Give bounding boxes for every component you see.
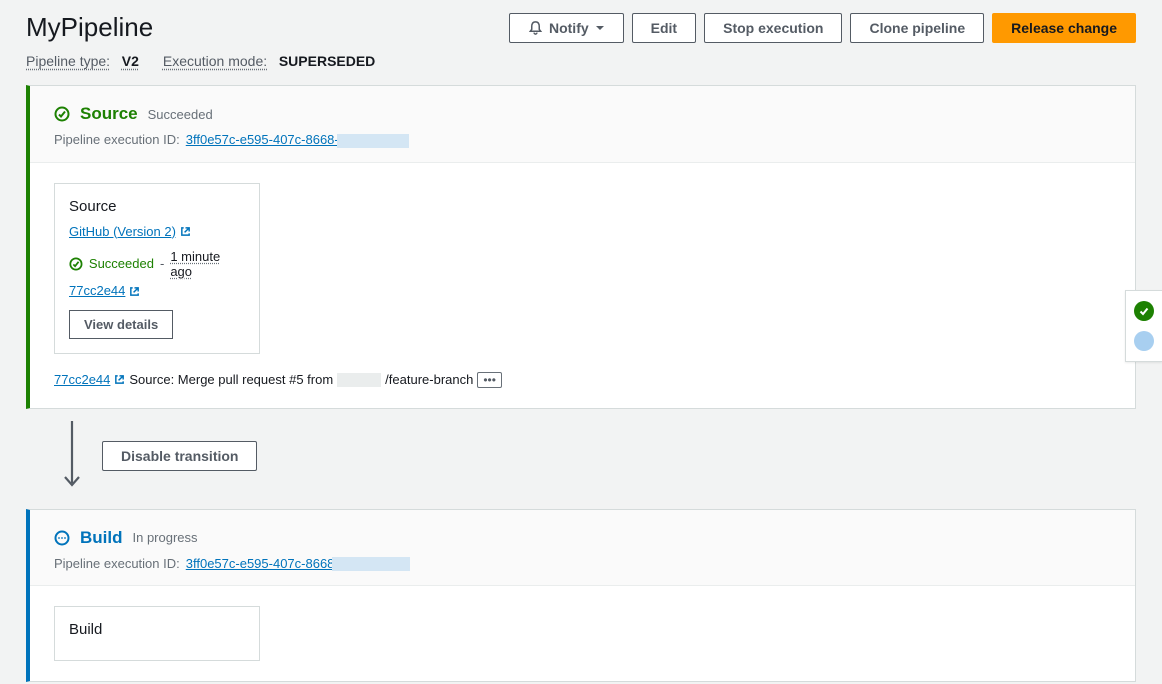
edit-button[interactable]: Edit — [632, 13, 696, 43]
exec-id-redacted — [332, 557, 410, 571]
action-time: 1 minute ago — [170, 249, 245, 279]
separator: - — [160, 256, 164, 271]
execution-mode-value: SUPERSEDED — [279, 53, 375, 69]
pipeline-meta: Pipeline type: V2 Execution mode: SUPERS… — [0, 49, 1162, 85]
execution-mode-label: Execution mode: — [163, 53, 267, 69]
action-card-title: Build — [69, 621, 245, 638]
exec-id-link-build[interactable]: 3ff0e57c-e595-407c-8668 — [186, 556, 335, 571]
action-card-title: Source — [69, 198, 245, 215]
caret-down-icon — [595, 23, 605, 33]
rail-status-succeeded[interactable] — [1134, 301, 1154, 321]
exec-id-label: Pipeline execution ID: — [54, 556, 180, 571]
external-link-icon — [114, 374, 125, 385]
action-status: Succeeded — [89, 256, 154, 271]
page-title: MyPipeline — [26, 12, 153, 43]
stage-source-title: Source — [80, 104, 138, 124]
rail-status-in-progress[interactable] — [1134, 331, 1154, 351]
stage-source-status: Succeeded — [148, 107, 213, 122]
commit-msg-suffix: /feature-branch — [385, 372, 473, 387]
action-buttons: Notify Edit Stop execution Clone pipelin… — [509, 13, 1136, 43]
notify-button[interactable]: Notify — [509, 13, 624, 43]
exec-id-redacted — [337, 134, 409, 148]
commit-msg-prefix: Source: Merge pull request #5 from — [129, 372, 333, 387]
commit-msg-redacted — [337, 373, 381, 387]
view-details-button[interactable]: View details — [69, 310, 173, 339]
external-link-icon — [129, 286, 140, 297]
status-rail — [1125, 290, 1162, 362]
clone-pipeline-button[interactable]: Clone pipeline — [850, 13, 984, 43]
commit-msg-link[interactable]: 77cc2e44 — [54, 372, 110, 387]
stage-source: Source Succeeded Pipeline execution ID: … — [26, 85, 1136, 409]
action-card-source: Source GitHub (Version 2) Succeeded - 1 … — [54, 183, 260, 354]
release-change-button[interactable]: Release change — [992, 13, 1136, 43]
commit-link[interactable]: 77cc2e44 — [69, 283, 125, 298]
stop-execution-button[interactable]: Stop execution — [704, 13, 842, 43]
stage-build-title: Build — [80, 528, 123, 548]
stage-build-status: In progress — [133, 530, 198, 545]
disable-transition-button[interactable]: Disable transition — [102, 441, 257, 471]
notify-bell-icon — [528, 20, 543, 35]
check-icon — [1138, 305, 1150, 317]
external-link-icon — [180, 226, 191, 237]
check-circle-icon — [54, 106, 70, 122]
pipeline-type-label: Pipeline type: — [26, 53, 110, 69]
stage-build: Build In progress Pipeline execution ID:… — [26, 509, 1136, 683]
exec-id-link-source[interactable]: 3ff0e57c-e595-407c-8668- — [186, 132, 339, 147]
in-progress-icon — [54, 530, 70, 546]
arrow-down-icon — [62, 421, 82, 491]
pipeline-type-value: V2 — [122, 53, 139, 69]
notify-label: Notify — [549, 20, 589, 36]
transition-row: Disable transition — [26, 409, 1162, 509]
provider-link[interactable]: GitHub (Version 2) — [69, 224, 176, 239]
check-circle-icon — [69, 257, 83, 271]
exec-id-label: Pipeline execution ID: — [54, 132, 180, 147]
action-card-build: Build — [54, 606, 260, 661]
more-button[interactable]: ••• — [477, 372, 502, 388]
